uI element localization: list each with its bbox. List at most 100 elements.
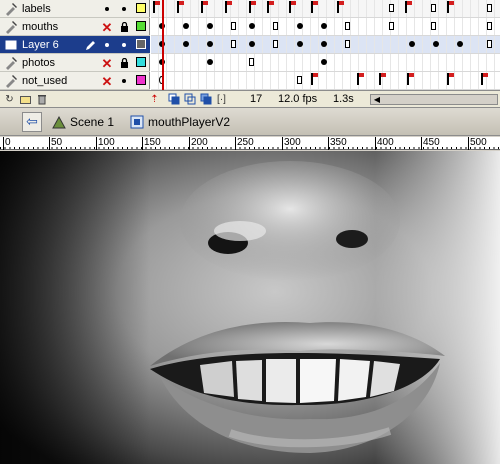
ruler-tick <box>328 137 329 150</box>
frames-grid[interactable] <box>151 0 500 90</box>
horizontal-ruler: 0 50 100 150 200 250 300 350 400 450 500 <box>0 137 500 150</box>
empty-keyframe <box>297 76 302 84</box>
label-flag <box>201 1 208 13</box>
back-arrow-button[interactable]: ⇦ <box>22 111 42 132</box>
empty-keyframe <box>273 40 278 48</box>
ruler-label: 150 <box>144 137 161 148</box>
layer-row-not-used[interactable]: not_used ✕ <box>0 72 150 90</box>
layer-row-photos[interactable]: photos ✕ <box>0 54 150 72</box>
current-frame-readout: 17 <box>250 93 263 105</box>
ruler-label: 300 <box>284 137 301 148</box>
scene-label: Scene 1 <box>70 114 115 129</box>
frame-row-layer-6[interactable] <box>151 36 500 54</box>
center-frame-icon[interactable]: ⇡ <box>148 93 161 106</box>
keyframe <box>249 23 255 29</box>
frame-row-labels[interactable] <box>151 0 500 18</box>
red-x-icon[interactable]: ✕ <box>100 55 114 71</box>
keyframe <box>207 41 213 47</box>
ruler-label: 50 <box>51 137 63 148</box>
empty-keyframe <box>389 22 394 30</box>
ruler-label: 450 <box>423 137 440 148</box>
label-flag <box>225 1 232 13</box>
frame-rate-readout: 12.0 fps <box>278 93 318 105</box>
timeline-scrollbar[interactable]: ◀ <box>370 94 498 105</box>
symbol-label: mouthPlayerV2 <box>148 114 231 129</box>
lock-icon[interactable] <box>117 55 131 71</box>
layer-icon <box>3 19 19 35</box>
stage[interactable] <box>0 151 500 464</box>
ruler-tick <box>282 137 283 150</box>
onion-skin-icon[interactable] <box>167 93 180 106</box>
keyframe <box>183 41 189 47</box>
label-flag <box>177 1 184 13</box>
label-flag <box>357 73 364 85</box>
empty-keyframe <box>249 58 254 66</box>
ruler-tick <box>235 137 236 150</box>
scroll-left-arrow-icon[interactable]: ◀ <box>372 95 382 104</box>
label-flag <box>337 1 344 13</box>
movieclip-icon <box>130 115 144 129</box>
dot-icon[interactable] <box>117 37 131 53</box>
modify-onion-markers-icon[interactable]: [·] <box>215 93 228 106</box>
ruler-tick <box>142 137 143 150</box>
frame-row-photos[interactable] <box>151 54 500 72</box>
dot-icon[interactable] <box>100 37 114 53</box>
delete-layer-icon[interactable] <box>35 93 48 106</box>
ruler-label: 200 <box>191 137 208 148</box>
label-flag <box>481 73 488 85</box>
layer-name: mouths <box>22 20 59 33</box>
edit-multiple-frames-icon[interactable] <box>199 93 212 106</box>
keyframe <box>321 23 327 29</box>
layer-color-swatch[interactable] <box>136 75 146 85</box>
layer-icon <box>3 55 19 71</box>
keyframe <box>297 41 303 47</box>
breadcrumb-scene[interactable]: Scene 1 <box>52 115 114 129</box>
layer-color-swatch[interactable] <box>136 57 146 67</box>
ruler-label: 350 <box>330 137 347 148</box>
frame-row-mouths[interactable] <box>151 18 500 36</box>
label-flag <box>379 73 386 85</box>
keyframe <box>433 41 439 47</box>
scene-icon <box>52 115 66 129</box>
layer-list: labels mouths ✕ Layer 6 photos ✕ not_use… <box>0 0 150 90</box>
lock-icon[interactable] <box>117 19 131 35</box>
red-x-icon[interactable]: ✕ <box>100 73 114 89</box>
keyframe <box>409 41 415 47</box>
label-flag <box>407 73 414 85</box>
layer-icon <box>3 1 19 17</box>
layer-row-layer-6[interactable]: Layer 6 <box>0 36 150 54</box>
layer-color-swatch[interactable] <box>136 21 146 31</box>
add-layer-icon[interactable]: ↻ <box>3 93 16 106</box>
ruler-tick <box>468 137 469 150</box>
empty-keyframe <box>345 40 350 48</box>
layer-row-mouths[interactable]: mouths ✕ <box>0 18 150 36</box>
timeline-panel: labels mouths ✕ Layer 6 photos ✕ not_use… <box>0 0 500 108</box>
ruler-label: 500 <box>470 137 487 148</box>
empty-keyframe <box>273 22 278 30</box>
onion-skin-outlines-icon[interactable] <box>183 93 196 106</box>
empty-keyframe <box>431 22 436 30</box>
breadcrumb-symbol[interactable]: mouthPlayerV2 <box>130 115 230 129</box>
layer-name: not_used <box>22 74 68 87</box>
dot-icon[interactable] <box>100 1 114 17</box>
ruler-label: 250 <box>237 137 254 148</box>
red-x-icon[interactable]: ✕ <box>100 19 114 35</box>
keyframe <box>321 41 327 47</box>
dot-icon[interactable] <box>117 1 131 17</box>
empty-keyframe <box>487 40 492 48</box>
label-flag <box>447 73 454 85</box>
layer-color-swatch[interactable] <box>136 39 146 49</box>
ruler-tick <box>421 137 422 150</box>
layer-color-swatch[interactable] <box>136 3 146 13</box>
layer-name: photos <box>22 56 56 69</box>
empty-keyframe <box>389 4 394 12</box>
label-flag <box>311 73 318 85</box>
add-folder-icon[interactable] <box>19 93 32 106</box>
layer-row-labels[interactable]: labels <box>0 0 150 18</box>
dot-icon[interactable] <box>117 73 131 89</box>
frame-row-not-used[interactable] <box>151 72 500 90</box>
pencil-icon <box>84 37 98 53</box>
layer-icon <box>3 73 19 89</box>
mouth-photo <box>0 151 500 464</box>
ruler-tick <box>3 137 4 150</box>
